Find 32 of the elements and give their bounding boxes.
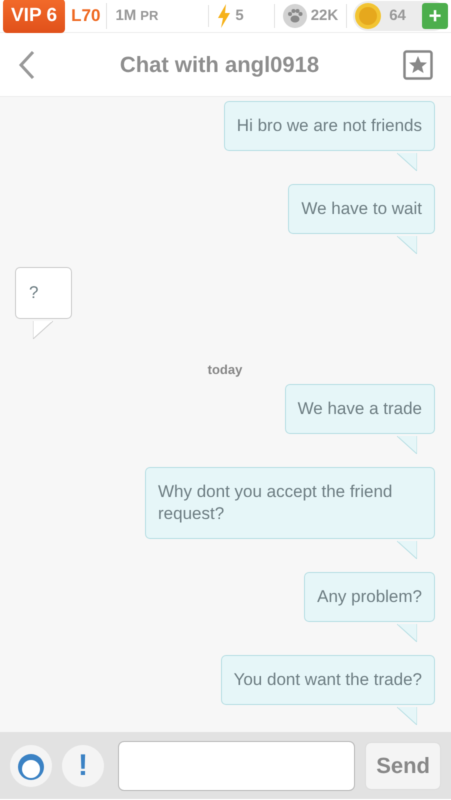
bubble-tail (397, 540, 417, 559)
sent-message: We have to wait (288, 184, 435, 234)
sent-message: Any problem? (304, 572, 435, 622)
paw-icon (282, 4, 307, 28)
paw-count: 22K (310, 6, 338, 26)
vip-badge: VIP 6 (3, 0, 66, 34)
sent-message: We have a trade (284, 384, 435, 434)
coin-count: 64 (389, 6, 406, 26)
bubble-tail (397, 624, 417, 642)
bubble-tail (397, 707, 417, 726)
bubble-tail (397, 236, 417, 254)
sent-message: Why dont you accept the friend request? (145, 466, 435, 540)
report-button[interactable]: ! (62, 744, 104, 786)
bubble-tail (397, 152, 417, 171)
date-separator: today (208, 361, 242, 380)
received-message: ? (15, 267, 72, 320)
chat-title: Chat with angl0918 (118, 51, 320, 79)
pr-value: 1M (115, 6, 136, 26)
avatar-button[interactable] (10, 744, 52, 786)
message-input[interactable] (118, 740, 356, 790)
bubble-tail (33, 321, 53, 340)
bubble-tail (397, 436, 417, 454)
lightning-icon (217, 4, 232, 28)
send-button[interactable]: Send (365, 742, 441, 790)
sent-message: Hi bro we are not friends (224, 101, 435, 152)
energy-count: 5 (235, 6, 244, 26)
pr-unit: PR (140, 7, 158, 26)
level-label: L70 (65, 3, 108, 29)
back-icon[interactable] (18, 50, 36, 80)
add-coins-button[interactable]: + (422, 3, 448, 29)
coin-icon (355, 3, 382, 29)
sent-message: You dont want the trade? (220, 655, 435, 706)
